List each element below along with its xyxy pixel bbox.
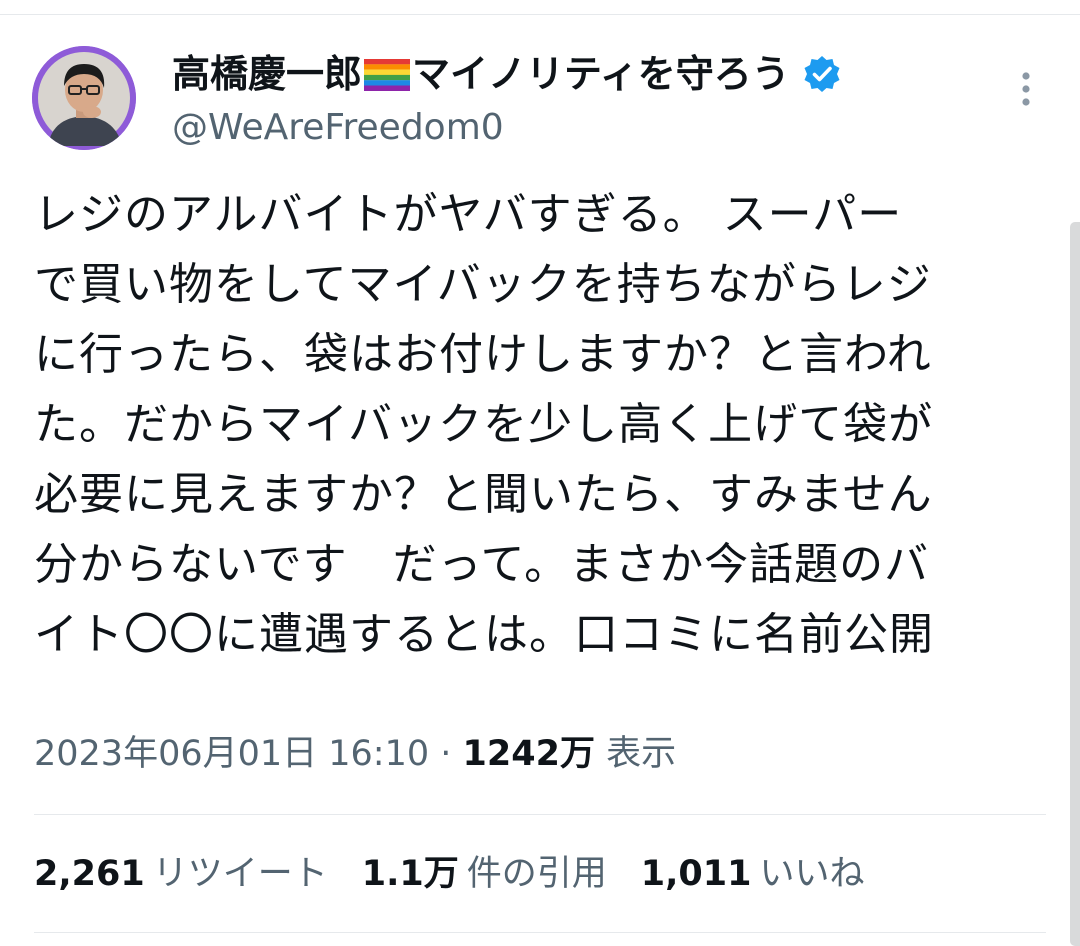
- scrollbar[interactable]: [1070, 222, 1080, 946]
- quotes-label: 件の引用: [466, 854, 607, 894]
- tweet-meta: 2023年06月01日 16:10 · 1242万 表示: [34, 732, 676, 776]
- more-vertical-icon[interactable]: [1012, 70, 1040, 112]
- tweet-text-line: イト〇〇に遭遇するとは。口コミに名前公開: [34, 609, 934, 660]
- quotes-stat[interactable]: 1.1万 件の引用: [362, 852, 607, 896]
- retweets-stat[interactable]: 2,261 リツイート: [34, 852, 328, 896]
- quotes-count: 1.1万: [361, 854, 459, 894]
- avatar[interactable]: [32, 46, 136, 150]
- engagement-stats: 2,261 リツイート 1.1万 件の引用 1,011 いいね: [34, 852, 899, 896]
- likes-stat[interactable]: 1,011 いいね: [641, 852, 865, 896]
- timestamp-link[interactable]: 2023年06月01日 16:10: [34, 734, 429, 774]
- views-count: 1242万: [462, 734, 595, 774]
- retweets-label: リツイート: [152, 854, 328, 894]
- rainbow-flag-icon: [364, 54, 411, 91]
- tweet-text-line: レジのアルバイトがヤバすぎる。 スーパー: [34, 189, 903, 240]
- tweet-text-line: た。だからマイバックを少し高く上げて袋が: [34, 399, 934, 450]
- tweet-text-line: 必要に見えますか？と聞いたら、すみません: [34, 469, 933, 520]
- user-handle[interactable]: @WeAreFreedom0: [172, 106, 504, 150]
- tweet-text-line: 分からないです だって。まさか今話題のバ: [34, 539, 930, 590]
- display-name[interactable]: 高橋慶一郎 マイノリティを守ろう: [172, 50, 842, 98]
- display-name-suffix: マイノリティを守ろう: [412, 52, 790, 96]
- stats-divider-bottom: [34, 932, 1046, 933]
- tweet-text: レジのアルバイトがヤバすぎる。 スーパー で買い物をしてマイバックを持ちながらレ…: [34, 180, 1044, 670]
- likes-label: いいね: [759, 854, 865, 894]
- tweet-text-line: で買い物をしてマイバックを持ちながらレジ: [34, 259, 932, 310]
- retweets-count: 2,261: [34, 854, 145, 894]
- meta-separator: ·: [429, 734, 463, 774]
- likes-count: 1,011: [640, 854, 752, 894]
- stats-divider-top: [34, 814, 1046, 815]
- views-label: 表示: [594, 734, 677, 774]
- display-name-text: 高橋慶一郎: [172, 52, 363, 96]
- verified-badge-icon[interactable]: [802, 54, 842, 94]
- top-divider: [0, 14, 1080, 15]
- tweet-text-line: に行ったら、袋はお付けしますか？と言われ: [34, 329, 932, 380]
